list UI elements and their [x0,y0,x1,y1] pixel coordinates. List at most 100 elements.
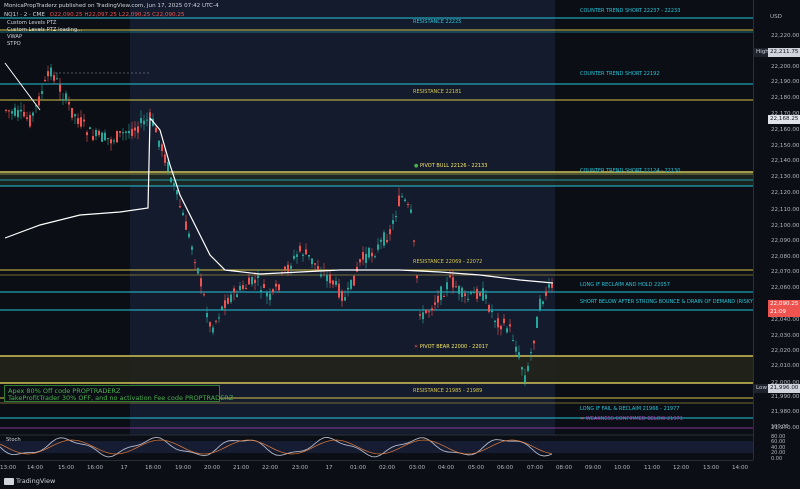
candle-body [494,320,496,323]
candle-body [20,109,22,112]
level-label-res-22069: RESISTANCE 22069 - 22072 [413,259,483,265]
candle-body [146,119,148,121]
indicator-stpo[interactable]: STPO [7,41,21,47]
level-label-weakness: ✕ WEAKNESS CONFIRMED BELOW 21971 [580,416,683,422]
promo-box: Apex 80% Off code PROPTRADERZ TakeProfit… [4,385,233,402]
candle-body [410,209,412,213]
time-tick: 15:00 [57,465,75,471]
candle-body [245,287,247,289]
level-label-res-22225: RESISTANCE 22225 [413,19,462,25]
candle-body [254,279,256,284]
candle-body [191,246,193,250]
candle-body [29,114,31,127]
candle-body [194,262,196,264]
candle-body [266,292,268,297]
candle-body [449,275,451,278]
indicator-vwap[interactable]: VWAP [7,34,22,40]
candle-body [452,277,454,288]
candle-body [179,206,181,208]
level-label-long-reclaim: LONG IF RECLAIM AND HOLD 22057 [580,282,670,288]
candle-body [542,301,544,304]
candle-body [197,268,199,274]
candle-body [38,96,40,106]
candle-body [137,126,139,133]
candle-body [11,111,13,114]
time-tick: 01:00 [349,465,367,471]
price-axis[interactable]: USD 22,220.0022,210.0022,200.0022,190.00… [753,0,800,462]
candle-body [446,282,448,290]
time-tick: 17 [325,465,333,471]
time-tick: 21:00 [232,465,250,471]
candle-body [218,317,220,319]
candle-body [305,249,307,255]
candle-body [431,308,433,311]
candle-body [278,284,280,291]
weakness-icon: ✕ [580,416,585,422]
candle-body [359,259,361,263]
stoch-tick: 0.00 [771,456,783,462]
vwap-price-tag: 22,168.25 [768,115,800,124]
candle-body [8,110,10,112]
time-tick: 22:00 [261,465,279,471]
symbol[interactable]: NQ1! · 2 · CME [4,12,45,18]
time-tick: 14:00 [731,465,749,471]
candle-body [320,274,322,277]
candle-body [116,131,118,143]
candle-body [350,279,352,289]
candle-body [158,140,160,147]
price-tick: 21,980.00 [771,409,800,415]
price-tick: 22,130.00 [771,174,800,180]
indicator-custom-levels[interactable]: Custom Levels PTZ [7,20,56,26]
time-axis[interactable]: 13:00 14:00 15:00 16:00 17 18:00 19:00 20:00 21:… [0,460,753,475]
candle-body [233,288,235,293]
candle-body [512,339,514,341]
candle-body [353,275,355,286]
candle-body [71,107,73,118]
candle-body [149,112,151,117]
time-tick: 20:00 [203,465,221,471]
candle-body [476,288,478,299]
pivot-bear-icon: ✕ [414,344,419,350]
currency-label[interactable]: USD [770,14,782,20]
candle-body [110,139,112,144]
time-tick: 08:00 [555,465,573,471]
countdown-tag: 21:09 [768,308,800,317]
candle-body [473,291,475,294]
level-label-res-22181: RESISTANCE 22181 [413,89,462,95]
price-tick: 22,120.00 [771,190,800,196]
stoch-band [0,441,753,453]
candle-body [443,296,445,298]
pivot-bull-icon: ● [414,163,419,169]
candle-body [536,316,538,328]
candle-body [521,367,523,370]
time-tick: 19:00 [174,465,192,471]
candle-body [326,274,328,282]
symbol-line: NQ1! · 2 · CME O22,090.25 H22,097.25 L22… [4,12,185,19]
ohlc-values: O22,090.25 H22,097.25 L22,090.25 C22,090… [49,12,185,18]
candle-body [533,340,535,344]
candle-body [107,138,109,140]
candle-body [41,91,43,94]
candle-body [488,305,490,312]
candle-body [77,118,79,124]
candle-body [368,247,370,258]
candle-body [263,283,265,289]
indicator-custom-levels-loading[interactable]: Custom Levels PTZ loading... [7,27,82,33]
candle-body [65,93,67,101]
price-tick: 22,220.00 [771,33,800,39]
candle-body [119,131,121,133]
time-tick: 09:00 [584,465,602,471]
candle-body [167,162,169,172]
stoch-label[interactable]: Stoch [6,437,21,443]
candle-body [389,229,391,235]
candle-body [53,75,55,81]
candle-body [497,318,499,328]
candle-body [515,346,517,352]
price-tick: 22,190.00 [771,79,800,85]
candle-body [404,199,406,202]
candle-body [86,132,88,136]
price-tick: 22,160.00 [771,127,800,133]
candle-body [176,190,178,195]
candle-body [332,280,334,285]
candle-body [5,109,7,111]
